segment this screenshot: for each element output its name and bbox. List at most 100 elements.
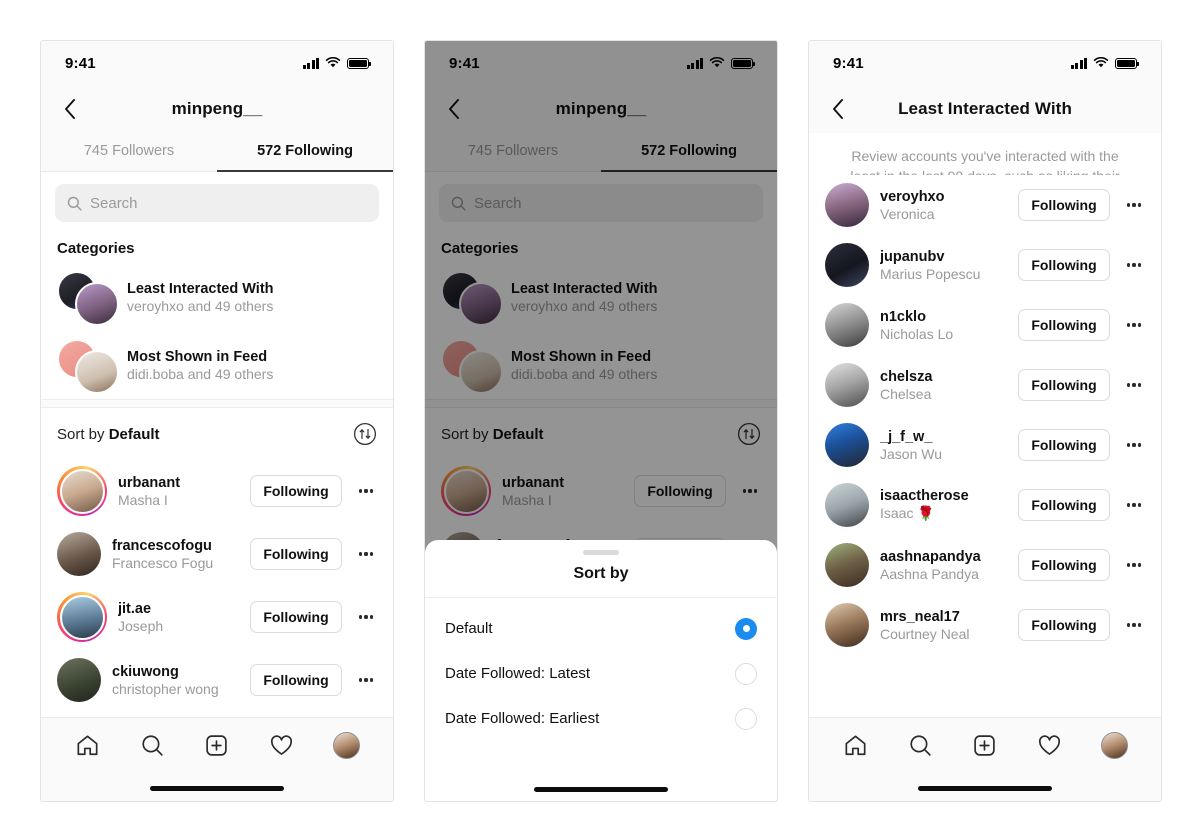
tab-profile[interactable] (327, 725, 367, 765)
avatar[interactable] (825, 423, 869, 467)
following-button[interactable]: Following (1018, 249, 1110, 281)
following-button[interactable]: Following (1018, 429, 1110, 461)
user-text: ckiuwong christopher wong (112, 664, 239, 697)
sort-option-default[interactable]: Default (425, 606, 777, 651)
search-input[interactable]: Search (55, 184, 379, 222)
more-options-icon[interactable] (353, 615, 379, 619)
list-item[interactable]: aashnapandya Aashna Pandya Following (809, 535, 1161, 595)
radio-selected-icon[interactable] (735, 617, 757, 640)
list-item[interactable]: francescofogu Francesco Fogu Following (41, 524, 393, 584)
list-item[interactable]: jupanubv Marius Popescu Following (809, 235, 1161, 295)
username: jupanubv (880, 248, 945, 265)
list-item[interactable]: urbanant Masha I Following (41, 458, 393, 524)
following-button[interactable]: Following (1018, 369, 1110, 401)
more-options-icon[interactable] (1121, 203, 1147, 207)
avatar[interactable] (441, 466, 491, 516)
list-item[interactable]: mrs_neal17 Courtney Neal Following (809, 595, 1161, 655)
list-item[interactable]: chelsza Chelsea Following (809, 355, 1161, 415)
fullname: Marius Popescu (880, 265, 981, 282)
following-button[interactable]: Following (1018, 609, 1110, 641)
list-item[interactable]: ckiuwong christopher wong Following (41, 650, 393, 710)
list-item[interactable]: jit.ae Joseph Following (41, 584, 393, 650)
home-icon (77, 735, 98, 755)
tab-search[interactable] (900, 725, 940, 765)
more-options-icon[interactable] (353, 678, 379, 682)
user-text: veroyhxo Veronica (880, 189, 1007, 222)
avatar[interactable] (825, 543, 869, 587)
status-bar-icons (302, 57, 371, 69)
more-options-icon[interactable] (1121, 563, 1147, 567)
status-bar-time: 9:41 (449, 54, 480, 72)
following-button[interactable]: Following (1018, 549, 1110, 581)
tab-profile[interactable] (1095, 725, 1135, 765)
category-row-least-interacted[interactable]: Least Interacted With veroyhxo and 49 ot… (425, 263, 777, 331)
search-container: Search (41, 172, 393, 232)
search-input[interactable]: Search (439, 184, 763, 222)
user-text: chelsza Chelsea (880, 369, 1007, 402)
more-options-icon[interactable] (353, 489, 379, 493)
tab-home[interactable] (67, 725, 107, 765)
avatar[interactable] (57, 592, 107, 642)
sort-option-date-earliest[interactable]: Date Followed: Earliest (425, 696, 777, 741)
avatar[interactable] (825, 243, 869, 287)
category-row-most-shown[interactable]: Most Shown in Feed didi.boba and 49 othe… (425, 331, 777, 399)
more-options-icon[interactable] (1121, 263, 1147, 267)
list-item[interactable]: veroyhxo Veronica Following (809, 175, 1161, 235)
tab-followers[interactable]: 745 Followers (425, 133, 601, 171)
more-options-icon[interactable] (1121, 323, 1147, 327)
following-button[interactable]: Following (634, 475, 726, 507)
following-button[interactable]: Following (1018, 489, 1110, 521)
more-options-icon[interactable] (737, 489, 763, 493)
following-button[interactable]: Following (250, 538, 342, 570)
avatar[interactable] (57, 466, 107, 516)
avatar[interactable] (825, 603, 869, 647)
back-button[interactable] (437, 92, 471, 126)
following-button[interactable]: Following (1018, 189, 1110, 221)
avatar[interactable] (825, 363, 869, 407)
sort-icon[interactable] (737, 422, 761, 446)
tab-following[interactable]: 572 Following (601, 133, 777, 172)
avatar (75, 282, 119, 326)
category-row-most-shown[interactable]: Most Shown in Feed didi.boba and 49 othe… (41, 331, 393, 399)
tab-home[interactable] (835, 725, 875, 765)
list-item[interactable]: _j_f_w_ Jason Wu Following (809, 415, 1161, 475)
following-button[interactable]: Following (250, 664, 342, 696)
more-options-icon[interactable] (1121, 623, 1147, 627)
following-button[interactable]: Following (250, 475, 342, 507)
category-row-least-interacted[interactable]: Least Interacted With veroyhxo and 49 ot… (41, 263, 393, 331)
section-divider (41, 399, 393, 408)
chevron-left-icon (449, 99, 459, 119)
tab-create[interactable] (965, 725, 1005, 765)
avatar[interactable] (57, 658, 101, 702)
category-text: Most Shown in Feed didi.boba and 49 othe… (127, 349, 273, 382)
tab-search[interactable] (132, 725, 172, 765)
sort-bar[interactable]: Sort by Default (425, 408, 777, 458)
avatar[interactable] (825, 303, 869, 347)
activity-icon (1039, 734, 1061, 755)
list-item[interactable]: isaactherose Isaac 🌹 Following (809, 475, 1161, 535)
list-item[interactable]: urbanant Masha I Following (425, 458, 777, 524)
tab-following[interactable]: 572 Following (217, 133, 393, 172)
avatar[interactable] (825, 483, 869, 527)
more-options-icon[interactable] (1121, 443, 1147, 447)
back-button[interactable] (53, 92, 87, 126)
avatar[interactable] (57, 532, 101, 576)
radio-icon[interactable] (735, 662, 757, 685)
tab-activity[interactable] (262, 725, 302, 765)
tab-activity[interactable] (1030, 725, 1070, 765)
home-indicator (150, 786, 284, 791)
more-options-icon[interactable] (1121, 383, 1147, 387)
tab-followers[interactable]: 745 Followers (41, 133, 217, 171)
tab-create[interactable] (197, 725, 237, 765)
radio-icon[interactable] (735, 707, 757, 730)
sort-bar[interactable]: Sort by Default (41, 408, 393, 458)
more-options-icon[interactable] (1121, 503, 1147, 507)
avatar[interactable] (825, 183, 869, 227)
more-options-icon[interactable] (353, 552, 379, 556)
fullname: Isaac 🌹 (880, 505, 935, 521)
following-button[interactable]: Following (1018, 309, 1110, 341)
following-button[interactable]: Following (250, 601, 342, 633)
sort-option-date-latest[interactable]: Date Followed: Latest (425, 651, 777, 696)
sort-icon[interactable] (353, 422, 377, 446)
list-item[interactable]: n1cklo Nicholas Lo Following (809, 295, 1161, 355)
